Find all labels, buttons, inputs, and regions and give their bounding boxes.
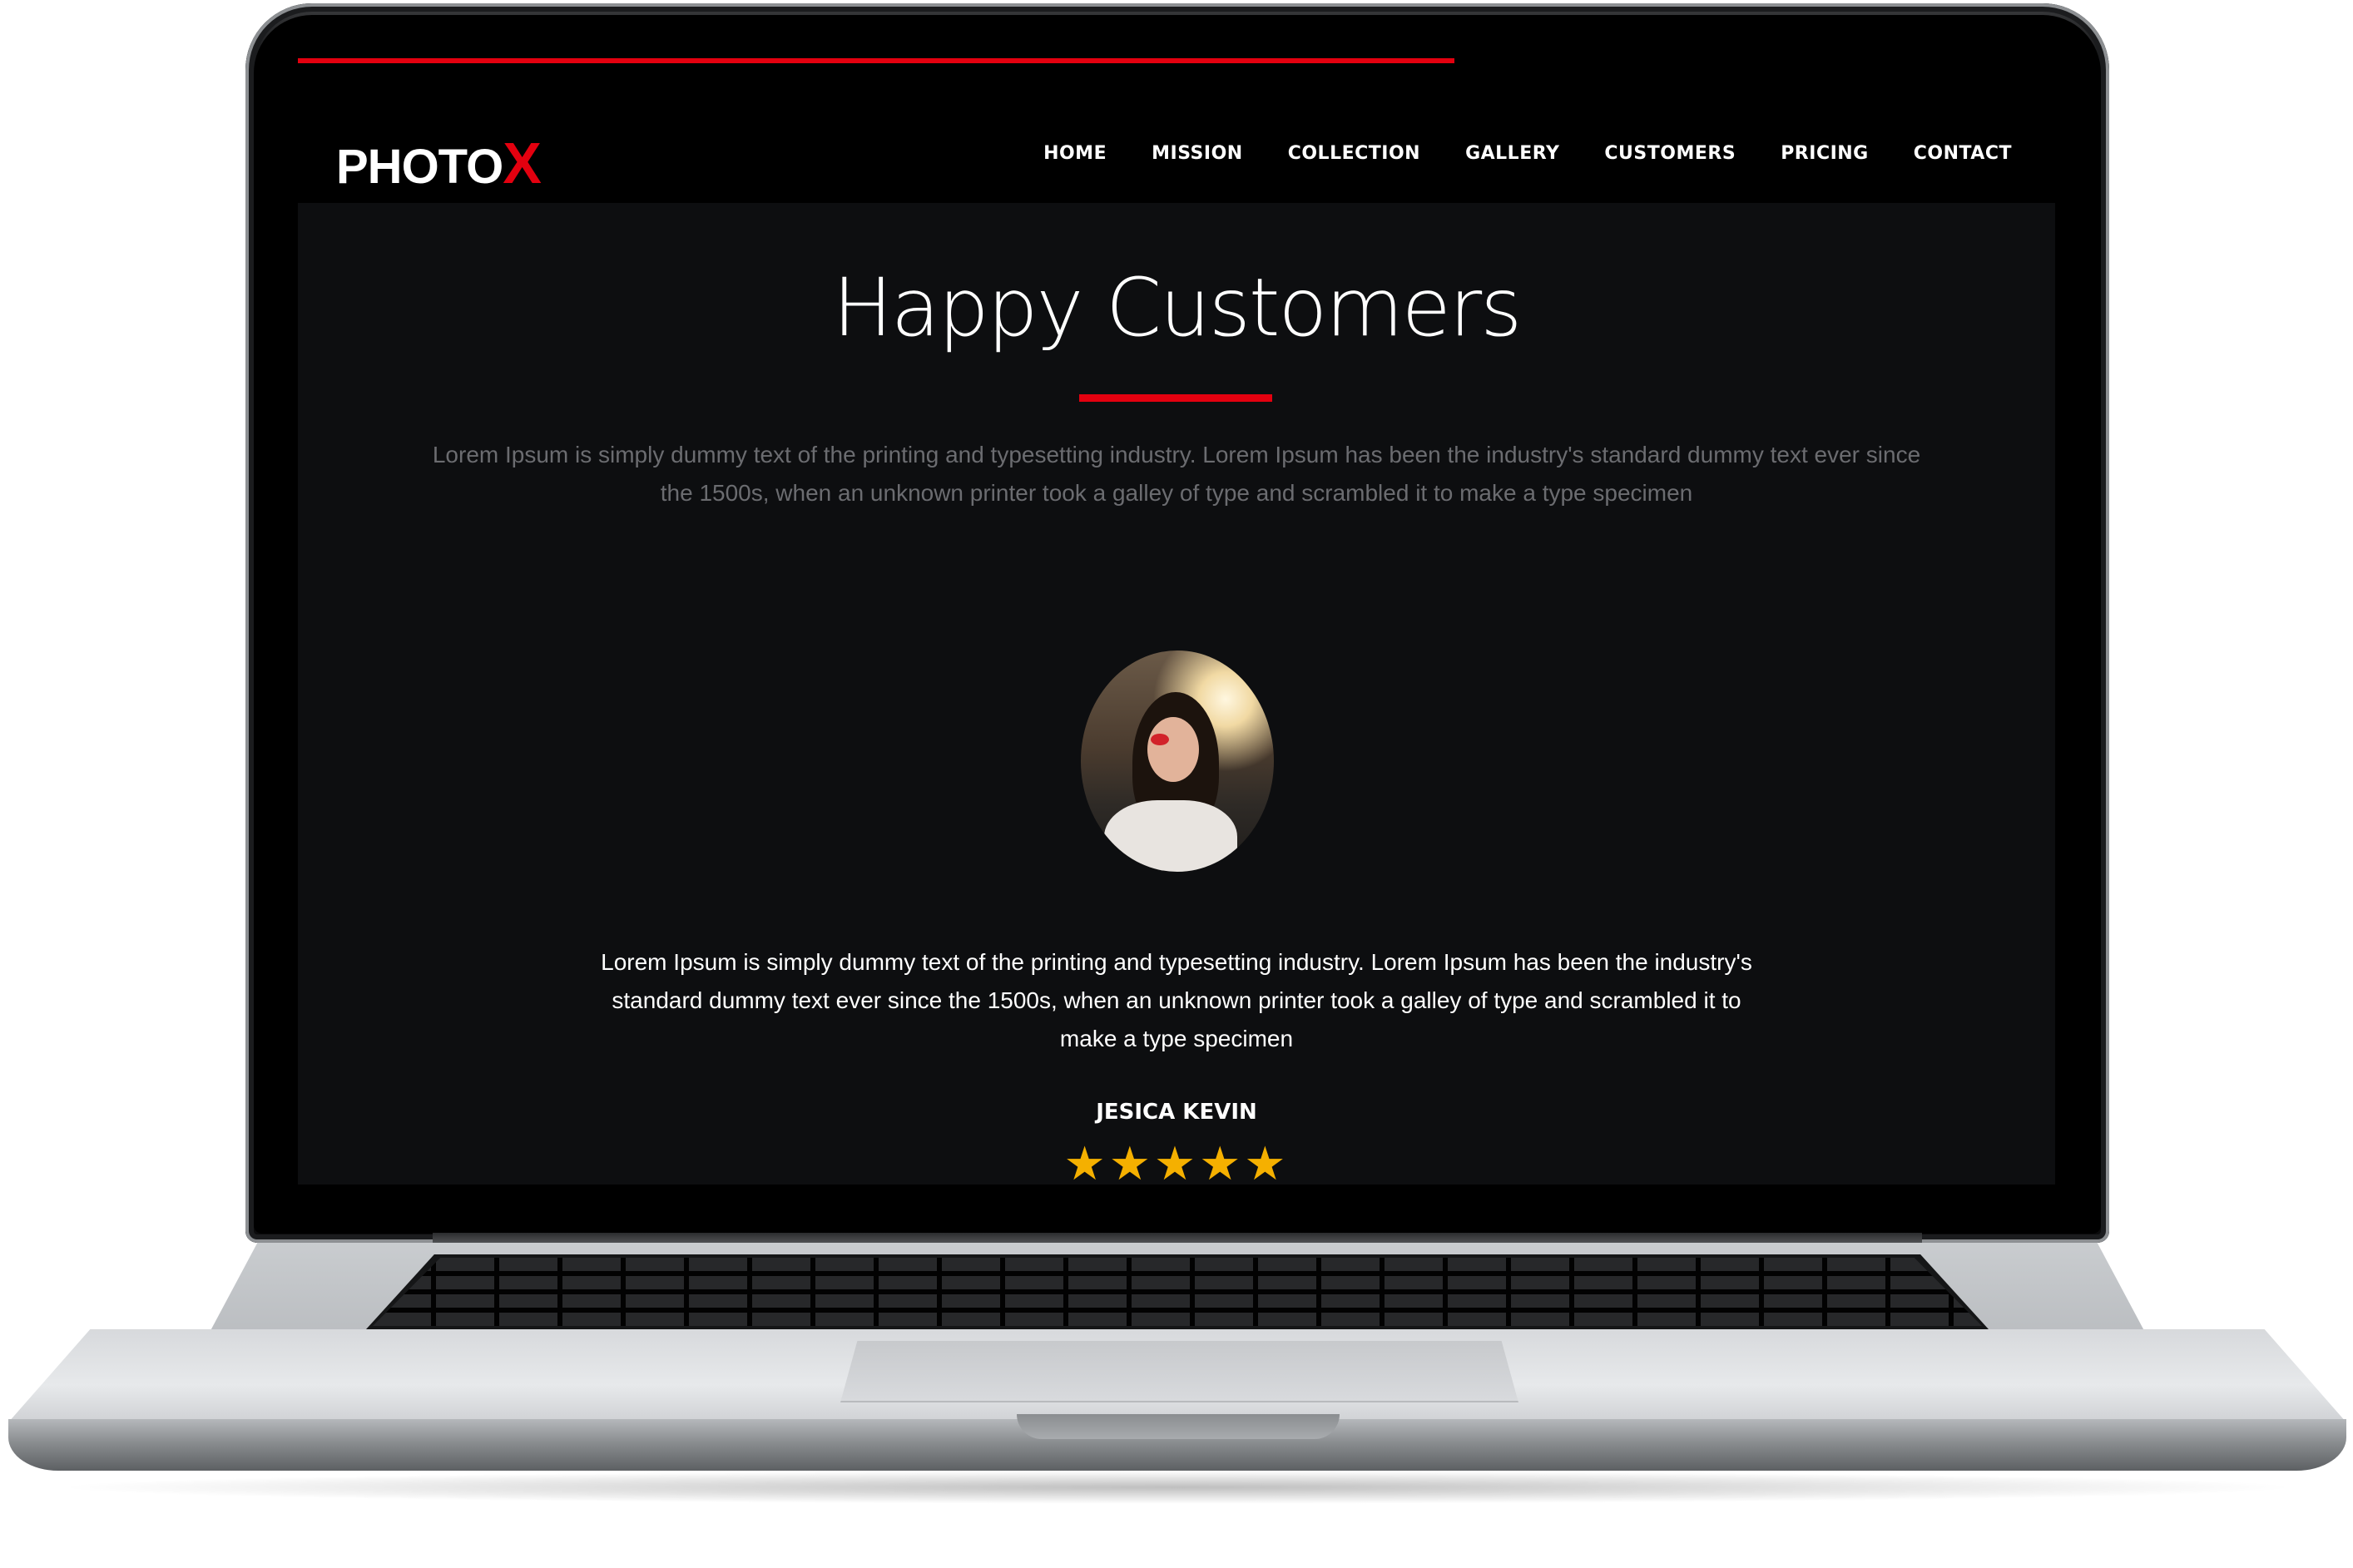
keyboard-keys [373,1258,1982,1326]
nav-item-customers[interactable]: CUSTOMERS [1604,143,1736,164]
nav-menu: HOME MISSION COLLECTION GALLERY CUSTOMER… [1043,143,2012,164]
nav-item-pricing[interactable]: PRICING [1781,143,1869,164]
laptop-notch [1017,1414,1340,1439]
nav-item-mission[interactable]: MISSION [1152,143,1243,164]
customer-name: JESICA KEVIN [1096,1100,1257,1125]
avatar-sunglasses [1151,734,1169,745]
star-rating-icon: ★★★★★ [1063,1137,1290,1185]
nav-item-gallery[interactable]: GALLERY [1465,143,1559,164]
customers-section: Happy Customers Lorem Ipsum is simply du… [298,203,2055,1185]
avatar-shirt [1104,800,1237,872]
section-intro: Lorem Ipsum is simply dummy text of the … [432,442,1921,506]
testimonial-quote: Lorem Ipsum is simply dummy text of the … [601,949,1752,1051]
nav-item-collection[interactable]: COLLECTION [1288,143,1420,164]
laptop-screen: PHOTOX HOME MISSION COLLECTION GALLERY C… [298,47,2055,1185]
title-underline [1079,394,1272,402]
laptop-trackpad [840,1341,1518,1402]
nav-item-home[interactable]: HOME [1043,143,1107,164]
site-logo[interactable]: PHOTOX [336,130,542,196]
section-title: Happy Customers [832,261,1523,354]
nav-item-contact[interactable]: CONTACT [1914,143,2012,164]
customer-avatar [1081,650,1274,872]
avatar-face [1147,717,1199,782]
logo-accent: X [503,131,542,195]
laptop-shadow [50,1471,2305,1504]
logo-text: PHOTO [336,140,503,194]
